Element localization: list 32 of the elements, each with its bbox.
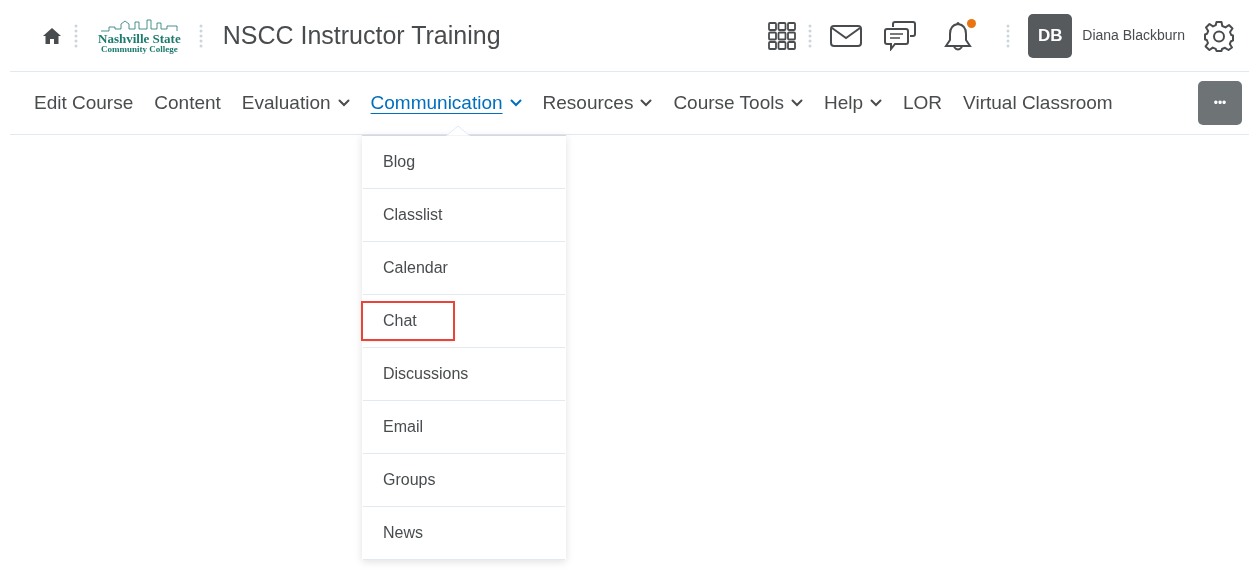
more-button[interactable]: •••: [1198, 81, 1242, 125]
dropdown-menu-item[interactable]: Email: [363, 409, 459, 445]
home-icon[interactable]: [42, 26, 62, 45]
course-title: NSCC Instructor Training: [222, 19, 501, 51]
nav-menu-item[interactable]: Evaluation: [241, 88, 350, 118]
nav-menu-item[interactable]: Content: [154, 88, 221, 118]
bell-icon[interactable]: [944, 20, 973, 51]
user-avatar[interactable]: DB: [1028, 13, 1073, 58]
grid-icon[interactable]: [768, 21, 797, 50]
dropdown-menu-item[interactable]: Groups: [363, 462, 472, 498]
separator-dots-icon: [198, 23, 203, 48]
separator-dots-icon: [1006, 23, 1011, 48]
nav-menu-item[interactable]: Virtual Classroom: [963, 88, 1113, 118]
nav-menu-item[interactable]: Help: [823, 88, 882, 118]
dropdown-menu-item[interactable]: News: [363, 515, 459, 551]
nav-menu-item[interactable]: Communication: [370, 88, 522, 118]
college-logo[interactable]: Nashville State Community College: [98, 17, 181, 54]
dropdown-menu-item[interactable]: Chat: [363, 303, 453, 339]
dropdown-menu-item[interactable]: Calendar: [363, 250, 484, 286]
dropdown-menu-item[interactable]: Classlist: [363, 197, 479, 233]
settings-icon[interactable]: [1203, 19, 1235, 52]
separator-dots-icon: [74, 23, 78, 48]
dropdown-menu-item[interactable]: Blog: [363, 144, 452, 180]
nav-menu-item[interactable]: Course Tools: [673, 88, 803, 118]
user-name[interactable]: Diana Blackburn: [1082, 25, 1185, 46]
mail-icon[interactable]: [830, 24, 863, 47]
nav-menu-item[interactable]: LOR: [903, 88, 943, 118]
chat-bubbles-icon[interactable]: [884, 20, 917, 51]
dropdown-menu-item[interactable]: Discussions: [363, 356, 505, 392]
separator-dots-icon: [808, 23, 813, 48]
nav-menu-item[interactable]: Resources: [542, 88, 653, 118]
nav-menu-item[interactable]: Edit Course: [34, 88, 134, 118]
